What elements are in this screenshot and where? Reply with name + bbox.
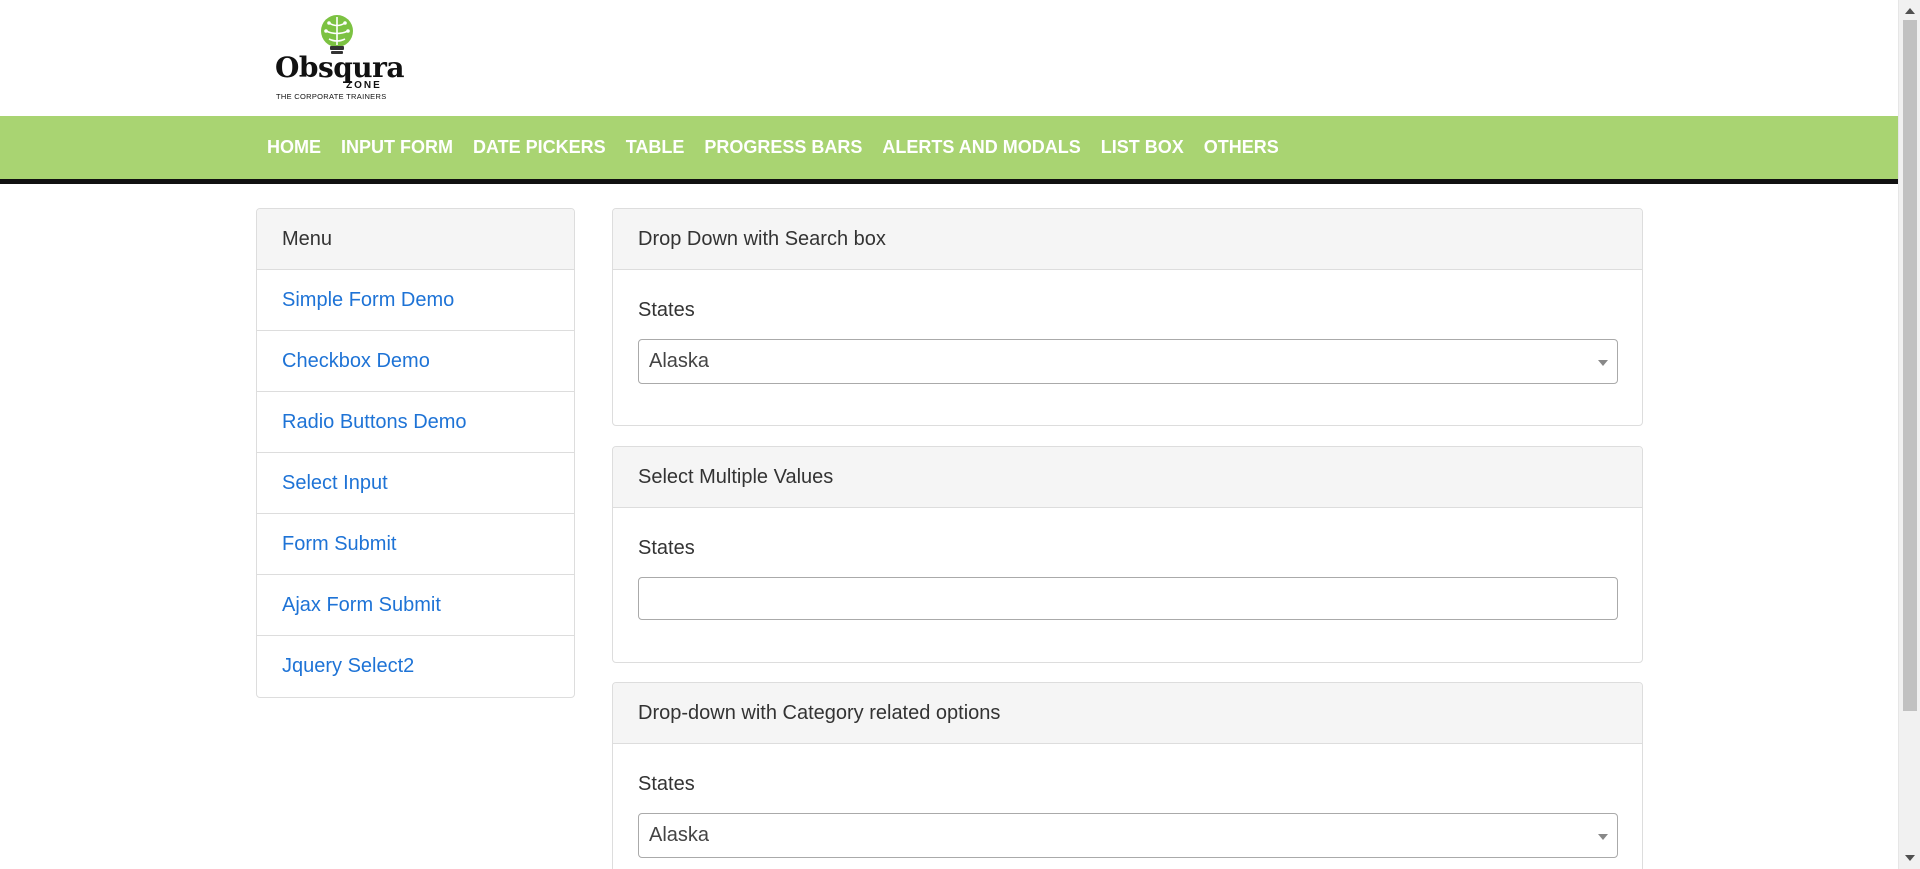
panel-heading: Drop Down with Search box [613,209,1642,270]
panel-body: States Alaska [613,744,1642,858]
nav-list-box[interactable]: LIST BOX [1091,137,1194,158]
menu-item-simple-form-demo[interactable]: Simple Form Demo [257,270,574,331]
logo-zone-text: ZONE [346,80,382,91]
menu-item-form-submit[interactable]: Form Submit [257,514,574,575]
states-label: States [638,537,695,559]
caret-down-icon [1598,360,1608,366]
states-category-select[interactable]: Alaska [638,813,1618,858]
caret-up-icon[interactable] [1905,8,1915,14]
menu-item-radio-buttons-demo[interactable]: Radio Buttons Demo [257,392,574,453]
states-search-select[interactable]: Alaska [638,339,1618,384]
panel-body: States Alaska [613,270,1642,384]
selected-value: Alaska [649,824,710,846]
nav-others[interactable]: OTHERS [1194,137,1289,158]
panel-body: States [613,508,1642,620]
menu-item-jquery-select2[interactable]: Jquery Select2 [257,636,574,697]
selected-value: Alaska [649,350,710,372]
nav-date-pickers[interactable]: DATE PICKERS [463,137,616,158]
panel-heading: Select Multiple Values [613,447,1642,508]
category-dropdown-panel: Drop-down with Category related options … [612,682,1643,869]
page-scrollbar[interactable] [1898,0,1920,869]
logo-wordmark: Obsqura [275,51,405,84]
menu-item-ajax-form-submit[interactable]: Ajax Form Submit [257,575,574,636]
nav-alerts-and-modals[interactable]: ALERTS AND MODALS [872,137,1090,158]
states-label: States [638,299,695,321]
caret-down-icon[interactable] [1905,855,1915,861]
nav-input-form[interactable]: INPUT FORM [331,137,463,158]
caret-down-icon [1598,834,1608,840]
states-label: States [638,773,695,795]
nav-progress-bars[interactable]: PROGRESS BARS [694,137,872,158]
multi-select-panel: Select Multiple Values States [612,446,1643,663]
logo-tagline: THE CORPORATE TRAINERS [276,92,387,101]
main-navbar: HOME INPUT FORM DATE PICKERS TABLE PROGR… [0,116,1898,184]
scrollbar-thumb[interactable] [1903,20,1917,711]
states-multi-select[interactable] [638,577,1618,620]
site-header: Obsqura ZONE THE CORPORATE TRAINERS [0,0,1898,116]
menu-item-checkbox-demo[interactable]: Checkbox Demo [257,331,574,392]
nav-table[interactable]: TABLE [616,137,695,158]
side-menu: Menu Simple Form Demo Checkbox Demo Radi… [256,208,575,698]
panel-heading: Drop-down with Category related options [613,683,1642,744]
menu-item-select-input[interactable]: Select Input [257,453,574,514]
page: Obsqura ZONE THE CORPORATE TRAINERS HOME… [0,0,1898,869]
menu-heading: Menu [257,209,574,270]
nav-home[interactable]: HOME [257,137,331,158]
nav-list: HOME INPUT FORM DATE PICKERS TABLE PROGR… [257,116,1289,179]
obsqura-logo[interactable]: Obsqura ZONE THE CORPORATE TRAINERS [274,14,405,104]
search-dropdown-panel: Drop Down with Search box States Alaska [612,208,1643,426]
